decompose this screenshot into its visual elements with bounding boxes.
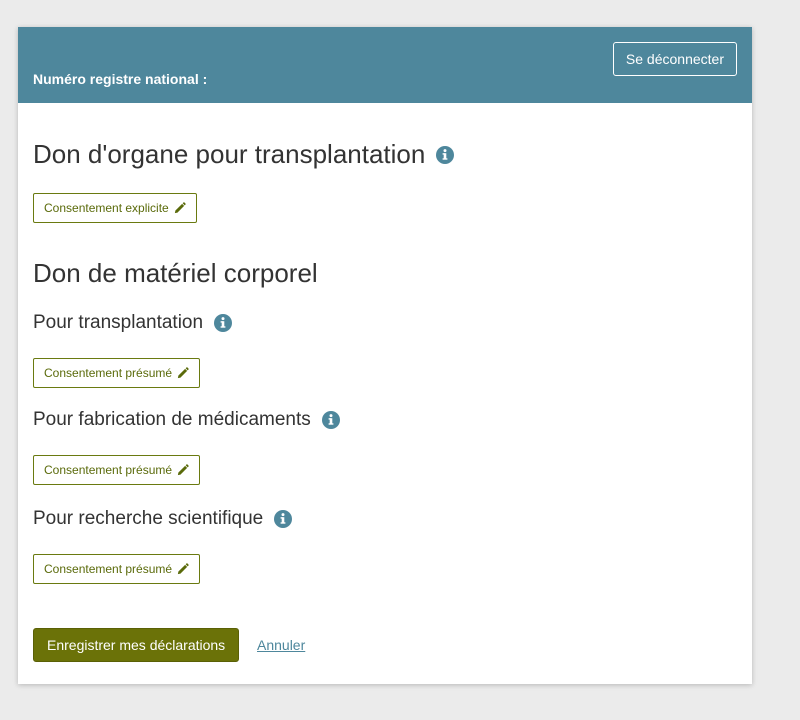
organ-donation-heading: Don d'organe pour transplantation	[33, 139, 455, 170]
medication-section-title: Pour fabrication de médicaments	[33, 409, 311, 430]
registry-number-label: Numéro registre national :	[33, 71, 208, 87]
cancel-link[interactable]: Annuler	[257, 637, 305, 653]
save-declarations-button[interactable]: Enregistrer mes déclarations	[33, 628, 240, 662]
organ-consent-button[interactable]: Consentement explicite	[33, 193, 197, 223]
research-consent-button[interactable]: Consentement présumé	[33, 554, 201, 584]
declaration-card: Numéro registre national : Se déconnecte…	[18, 27, 752, 684]
transplant-section-title: Pour transplantation	[33, 312, 204, 333]
medication-section-heading: Pour fabrication de médicaments	[33, 409, 340, 431]
transplant-section-heading: Pour transplantation	[33, 312, 233, 334]
pencil-icon	[177, 562, 189, 574]
transplant-consent-label: Consentement présumé	[44, 366, 173, 380]
organ-donation-title: Don d'organe pour transplantation	[33, 139, 426, 169]
medication-consent-label: Consentement présumé	[44, 463, 173, 477]
page-header: Numéro registre national : Se déconnecte…	[18, 27, 752, 103]
research-section-heading: Pour recherche scientifique	[33, 508, 293, 530]
info-icon[interactable]	[436, 145, 455, 164]
research-consent-label: Consentement présumé	[44, 562, 173, 576]
body-material-title: Don de matériel corporel	[33, 258, 318, 288]
organ-consent-label: Consentement explicite	[44, 201, 169, 215]
info-icon[interactable]	[274, 510, 293, 528]
info-icon[interactable]	[321, 411, 340, 429]
pencil-icon	[177, 366, 189, 378]
research-section-title: Pour recherche scientifique	[33, 508, 264, 529]
pencil-icon	[174, 201, 186, 213]
body-material-heading: Don de matériel corporel	[33, 258, 318, 289]
logout-button[interactable]: Se déconnecter	[612, 42, 737, 76]
info-icon[interactable]	[214, 314, 233, 332]
medication-consent-button[interactable]: Consentement présumé	[33, 455, 201, 485]
transplant-consent-button[interactable]: Consentement présumé	[33, 358, 201, 388]
pencil-icon	[177, 463, 189, 475]
